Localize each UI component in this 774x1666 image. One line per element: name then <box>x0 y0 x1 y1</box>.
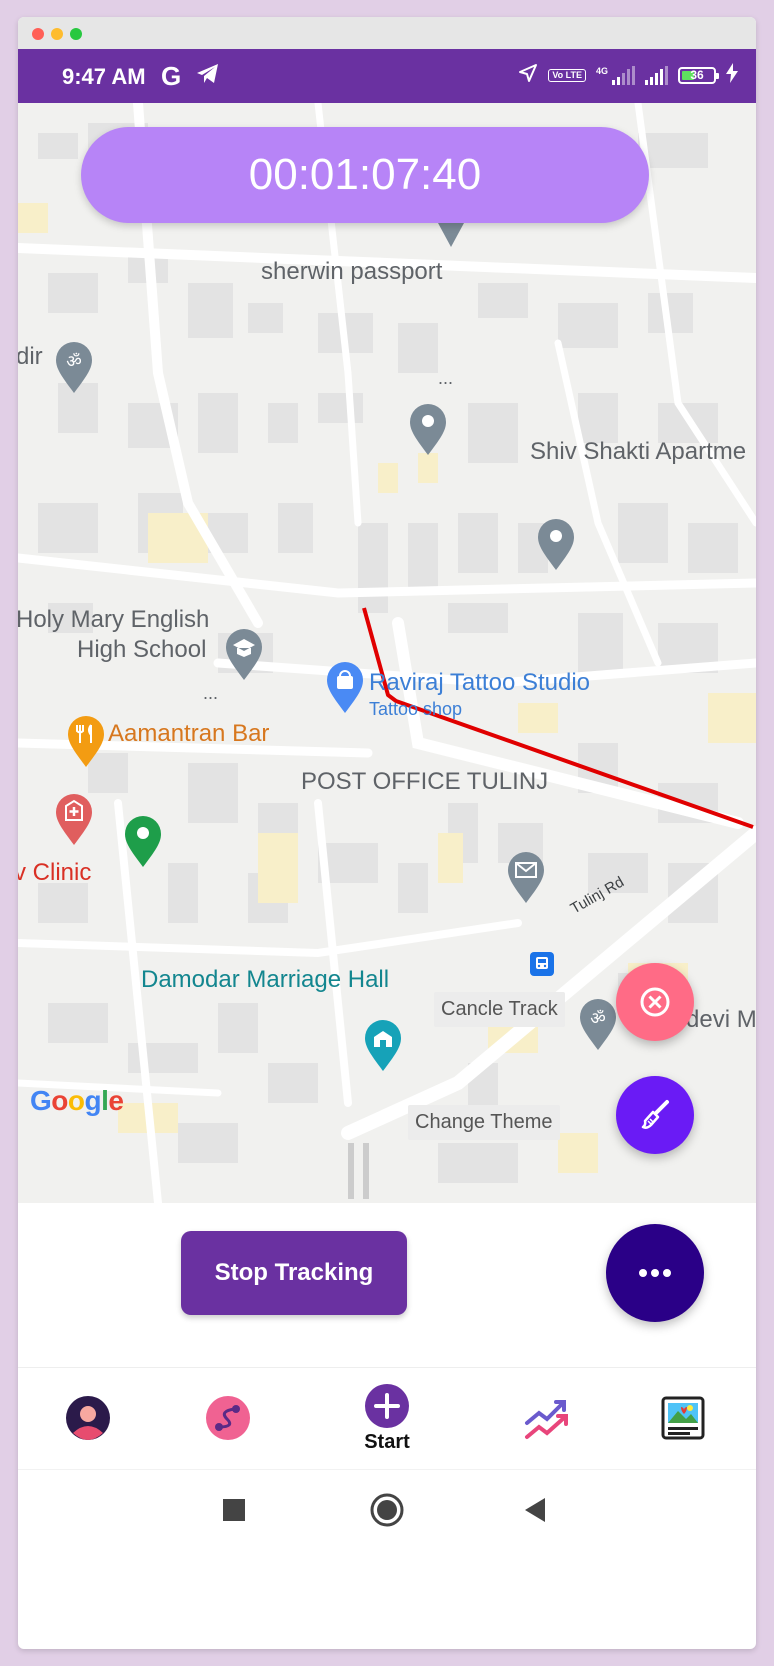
battery-level: 36 <box>690 68 704 82</box>
map-label-raviraj[interactable]: Raviraj Tattoo Studio <box>369 669 590 697</box>
cancel-track-button[interactable] <box>616 963 694 1041</box>
mail-pin-icon[interactable] <box>506 851 546 905</box>
map-label-damodar[interactable]: Damodar Marriage Hall <box>141 966 389 994</box>
cancel-track-label: Cancle Track <box>434 992 565 1027</box>
tracking-timer: 00:01:07:40 <box>81 127 649 223</box>
google-letter: G <box>30 1085 52 1116</box>
google-status-icon: G <box>161 61 182 91</box>
nav-profile[interactable] <box>28 1368 148 1468</box>
map-pin-icon[interactable] <box>408 403 448 457</box>
map-label-sherwin[interactable]: sherwin passport <box>261 258 442 286</box>
google-letter: o <box>51 1085 68 1116</box>
change-theme-label: Change Theme <box>408 1105 560 1140</box>
recents-square-icon[interactable] <box>222 1498 246 1522</box>
map-pin-icon[interactable] <box>436 223 466 249</box>
telegram-icon <box>196 63 220 90</box>
temple-pin-icon[interactable]: ॐ <box>54 341 94 395</box>
nav-stats[interactable] <box>488 1368 608 1468</box>
nav-start[interactable]: Start <box>327 1368 447 1468</box>
svg-text:ॐ: ॐ <box>66 352 82 372</box>
google-letter: o <box>67 1085 85 1116</box>
app-window: 9:47 AM G Vo LTE 4G 36 sherwin passport … <box>18 17 756 1649</box>
change-theme-button[interactable] <box>616 1076 694 1154</box>
charging-icon <box>726 63 738 88</box>
gallery-icon <box>661 1396 705 1440</box>
network-type: 4G <box>595 65 608 76</box>
paint-brush-icon <box>641 1100 669 1129</box>
bottom-navigation: Start <box>18 1367 756 1468</box>
map-label-dir[interactable]: dir <box>18 343 43 371</box>
shop-pin-icon[interactable] <box>325 661 365 715</box>
more-options-button[interactable] <box>606 1224 704 1322</box>
map-label-holy-mary-2[interactable]: High School <box>77 636 206 664</box>
nav-start-label: Start <box>364 1430 410 1453</box>
map-label-tattoo-shop[interactable]: Tattoo shop <box>369 699 462 720</box>
temple-pin-icon[interactable]: ॐ <box>578 998 618 1052</box>
map-label-dots: ... <box>438 368 454 388</box>
status-bar: 9:47 AM G Vo LTE 4G 36 <box>18 49 756 103</box>
home-circle-icon[interactable] <box>370 1493 404 1527</box>
location-pin-icon[interactable] <box>123 815 163 869</box>
map-label-shiv-shakti[interactable]: Shiv Shakti Apartme <box>530 438 746 466</box>
nav-gallery[interactable] <box>623 1368 743 1468</box>
google-letter: g <box>84 1085 102 1116</box>
svg-text:ॐ: ॐ <box>590 1009 606 1029</box>
status-time: 9:47 AM <box>62 64 146 89</box>
volte-icon: Vo LTE <box>548 69 586 82</box>
map-label-devi[interactable]: devi M <box>686 1006 756 1034</box>
map-label-aamantran[interactable]: Aamantran Bar <box>108 720 269 748</box>
system-navigation-bar <box>18 1469 756 1550</box>
route-icon <box>206 1396 250 1440</box>
maximize-window-button[interactable] <box>70 28 82 40</box>
minimize-window-button[interactable] <box>51 28 63 40</box>
google-logo: Google <box>30 1085 124 1117</box>
map-label-clinic[interactable]: v Clinic <box>18 859 91 887</box>
nav-routes[interactable] <box>168 1368 288 1468</box>
map-label-post-office[interactable]: POST OFFICE TULINJ <box>301 768 548 796</box>
hospital-pin-icon[interactable] <box>54 793 94 847</box>
bus-stop-icon[interactable] <box>529 951 555 977</box>
cancel-circle-icon <box>640 987 670 1017</box>
back-triangle-icon[interactable] <box>523 1497 547 1523</box>
window-titlebar <box>18 17 756 49</box>
stop-tracking-button[interactable]: Stop Tracking <box>181 1231 407 1315</box>
google-letter: e <box>108 1085 124 1116</box>
map-label-dots-2: ... <box>203 683 219 703</box>
profile-avatar-icon <box>66 1396 110 1440</box>
battery-icon: 36 <box>678 67 719 84</box>
close-window-button[interactable] <box>32 28 44 40</box>
start-plus-icon <box>365 1383 409 1428</box>
signal-1-icon <box>612 65 635 85</box>
restaurant-pin-icon[interactable] <box>66 715 106 769</box>
signal-2-icon <box>645 65 668 85</box>
map-label-holy-mary-1[interactable]: Holy Mary English <box>18 606 209 634</box>
landmark-pin-icon[interactable] <box>363 1019 403 1073</box>
location-icon <box>518 63 538 88</box>
more-dots-icon <box>639 1269 671 1277</box>
map-pin-icon[interactable] <box>536 518 576 572</box>
trend-chart-icon <box>525 1400 568 1439</box>
school-pin-icon[interactable] <box>224 628 264 682</box>
